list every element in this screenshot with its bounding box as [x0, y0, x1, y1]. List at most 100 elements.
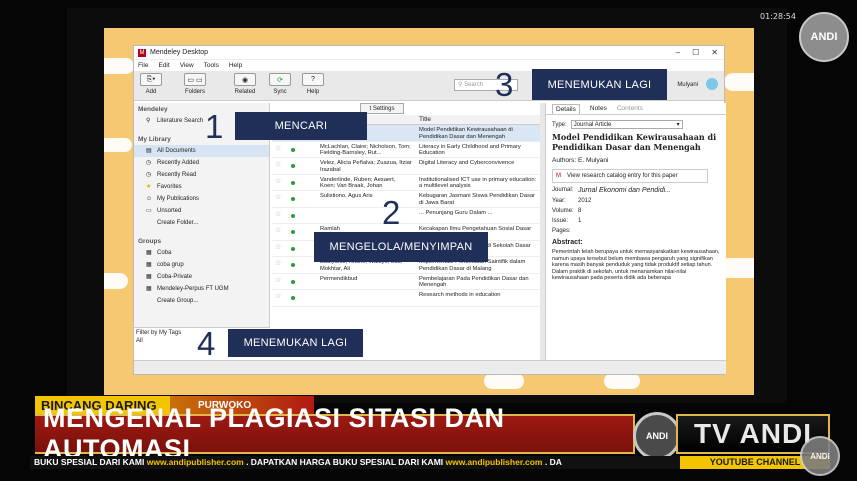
sidebar-item-recently-added[interactable]: ◷ Recently Added	[134, 157, 269, 169]
sidebar-item-label: Recently Added	[157, 160, 200, 166]
callout-menemukan-lagi-bottom: MENEMUKAN LAGI	[228, 329, 363, 357]
cloud-decoration	[484, 373, 524, 389]
table-row[interactable]: ☆ Sulistiono, Agus Aris Kebugaran Jasmani …	[272, 191, 540, 208]
sidebar-item-my-publications[interactable]: ☺ My Publications	[134, 193, 269, 205]
sidebar-item-favorites[interactable]: ★ Favorites	[134, 181, 269, 193]
step-number-2: 2	[382, 194, 401, 231]
search-icon: ⚲	[458, 82, 463, 88]
pages-row: Pages:	[552, 228, 720, 234]
year-value[interactable]: 2012	[578, 198, 591, 204]
tab-notes[interactable]: Notes	[590, 105, 607, 112]
tab-details[interactable]: Details	[552, 103, 580, 114]
star-icon[interactable]: ☆	[275, 244, 281, 252]
volume-value[interactable]: 8	[578, 208, 581, 214]
news-ticker: BUKU SPESIAL DARI KAMI www.andipublisher…	[30, 456, 680, 469]
type-row: Type: Journal Article ▾	[552, 120, 720, 129]
star-icon: ★	[146, 183, 152, 190]
ticker-url: www.andipublisher.com	[146, 457, 244, 467]
authors-label: Authors:	[552, 157, 577, 164]
broadcast-frame: 01:28:54 ANDI M Mendeley Desktop – ☐ ✕ F…	[0, 0, 857, 481]
sidebar-item-all-documents[interactable]: ▤ All Documents	[134, 145, 269, 157]
read-status-icon	[291, 230, 295, 234]
sidebar-item-create-group[interactable]: Create Group...	[134, 295, 269, 307]
row-title: Kebugaran Jasmani Siswa Pendidikan Dasar…	[419, 193, 536, 206]
issue-value[interactable]: 1	[578, 218, 581, 224]
issue-label: Issue:	[552, 218, 569, 224]
sidebar-item-recently-read[interactable]: ◷ Recently Read	[134, 169, 269, 181]
document-title[interactable]: Model Pendidikan Kewirausahaan di Pendid…	[552, 132, 720, 152]
group-icon: ▦	[146, 273, 152, 280]
andi-logo-icon: ANDI	[633, 412, 681, 460]
sync-icon: ⟳	[269, 73, 291, 86]
journal-value[interactable]: Jurnal Ekonomi dan Pendidi...	[578, 187, 671, 194]
sidebar-item-group-perpus[interactable]: ▦ Mendeley-Perpus FT UGM	[134, 283, 269, 295]
folders-label: Folders	[184, 89, 205, 95]
star-icon[interactable]: ☆	[275, 194, 281, 202]
star-icon[interactable]: ☆	[275, 211, 281, 219]
star-icon[interactable]: ☆	[275, 227, 281, 235]
library-sidebar: Mendeley ⚲ Literature Search My Library ▤…	[134, 103, 270, 361]
ticker-text: . DA	[542, 457, 562, 467]
menu-tools[interactable]: Tools	[204, 62, 219, 69]
row-title: Literacy in Early Childhood and Primary …	[419, 143, 521, 157]
andi-logo-text: ANDI	[646, 431, 668, 441]
channel-name: TV ANDI	[694, 418, 812, 449]
help-button[interactable]: ? Help	[302, 73, 324, 95]
star-icon[interactable]: ☆	[275, 145, 281, 153]
type-select[interactable]: Journal Article ▾	[570, 120, 683, 129]
person-icon: ☺	[146, 195, 153, 202]
tab-contents[interactable]: Contents	[617, 105, 643, 112]
sidebar-item-group-coba-grup[interactable]: ▦ coba grup	[134, 259, 269, 271]
row-authors: Vanderlinde, Ruben; Aesaert, Koen; Van B…	[320, 176, 396, 190]
sync-button[interactable]: ⟳ Sync	[269, 73, 291, 95]
abstract-text[interactable]: Pemerintah telah berupaya untuk memasyar…	[552, 249, 720, 287]
documents-icon: ▤	[146, 147, 152, 154]
sidebar-item-group-coba-private[interactable]: ▦ Coba-Private	[134, 271, 269, 283]
table-row[interactable]: ☆ McLachlan, Claire; Nicholson, Tom; Fiel…	[272, 142, 540, 158]
volume-row: Volume: 8	[552, 208, 720, 214]
authors-value[interactable]: E. Mulyani	[578, 157, 608, 164]
star-icon[interactable]: ☆	[275, 277, 281, 285]
minimize-icon[interactable]: –	[676, 48, 680, 57]
menu-file[interactable]: File	[138, 62, 148, 69]
menu-edit[interactable]: Edit	[158, 62, 169, 69]
sidebar-item-create-folder[interactable]: Create Folder...	[134, 217, 269, 229]
sidebar-item-label: coba grup	[157, 262, 184, 268]
menu-view[interactable]: View	[180, 62, 194, 69]
star-icon[interactable]: ☆	[275, 161, 281, 169]
catalog-link-button[interactable]: M View research catalog entry for this pa…	[552, 169, 708, 183]
table-row[interactable]: ☆ Permendikbud Pembelajaran Pada Pendidika…	[272, 274, 540, 290]
table-row[interactable]: ☆ Vanderlinde, Ruben; Aesaert, Koen; Van …	[272, 175, 540, 191]
title-column-header[interactable]: Title	[419, 116, 431, 123]
sidebar-item-group-coba[interactable]: ▦ Coba	[134, 247, 269, 259]
close-icon[interactable]: ✕	[711, 48, 718, 57]
clock-icon: ◷	[146, 159, 152, 166]
step-number-1: 1	[205, 108, 224, 145]
menu-help[interactable]: Help	[229, 62, 242, 69]
related-icon: ◉	[234, 73, 256, 86]
read-status-icon	[291, 180, 295, 185]
table-row[interactable]: ☆ Research methods in education	[272, 290, 540, 307]
folder-icon: ▭ ▭	[184, 73, 206, 86]
maximize-icon[interactable]: ☐	[692, 48, 699, 57]
star-icon[interactable]: ☆	[275, 293, 281, 301]
read-status-icon	[291, 279, 295, 284]
add-button[interactable]: ⎘▾ Add	[140, 73, 162, 95]
related-label: Related	[234, 89, 256, 95]
row-title: Digital Literacy and Cyberconvivence	[419, 160, 515, 166]
table-row[interactable]: ☆ Velez, Alicia Peñalva; Zuazua, Itziar I…	[272, 158, 540, 175]
pages-label: Pages:	[552, 228, 571, 234]
folders-button[interactable]: ▭ ▭ Folders	[184, 73, 206, 95]
user-name[interactable]: Mulyani	[677, 82, 698, 88]
mendeley-logo-icon: M	[556, 173, 561, 179]
window-title: Mendeley Desktop	[150, 49, 208, 56]
cloud-decoration	[104, 58, 134, 74]
sidebar-item-unsorted[interactable]: ▭ Unsorted	[134, 205, 269, 217]
star-icon[interactable]: ☆	[275, 178, 281, 186]
table-row[interactable]: ☆ ... Penunjang Guru Dalam ...	[272, 208, 540, 224]
related-button[interactable]: ◉ Related	[234, 73, 256, 95]
read-status-icon	[291, 246, 295, 251]
user-avatar[interactable]	[706, 78, 718, 90]
star-icon[interactable]: ☆	[275, 260, 281, 268]
row-authors	[320, 292, 412, 305]
